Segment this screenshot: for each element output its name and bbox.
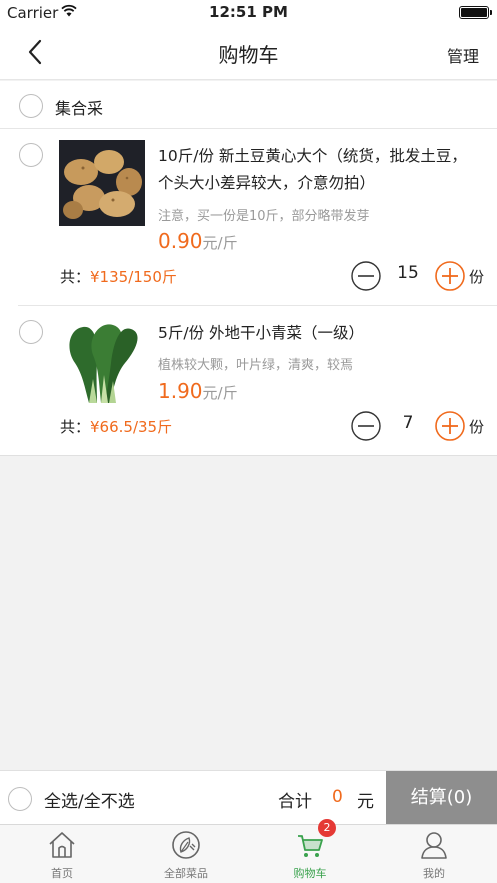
quantity-unit: 份 <box>469 418 485 436</box>
cart-item-list: 10斤/份 新土豆黄心大个（统货，批发土豆，个头大小差异较大，介意勿拍） 注意，… <box>0 129 497 456</box>
quantity-unit: 份 <box>469 268 485 286</box>
tab-label: 购物车 <box>293 867 327 880</box>
greens-product-image <box>59 319 145 405</box>
item-total-value: ¥66.5/35斤 <box>90 418 173 436</box>
tab-mine[interactable]: 我的 <box>372 825 496 883</box>
item-note: 植株较大颗，叶片绿，清爽，较焉 <box>158 358 354 373</box>
tab-cart[interactable]: 购物车 <box>248 825 372 883</box>
item-name: 10斤/份 新土豆黄心大个（统货，批发土豆，个头大小差异较大，介意勿拍） <box>158 147 467 192</box>
increase-quantity-button[interactable] <box>435 261 465 291</box>
item-total-label: 共： <box>60 268 91 286</box>
item-price-unit: 元/斤 <box>202 384 238 402</box>
total-unit: 元 <box>357 792 374 812</box>
status-bar: Carrier 12:51 PM <box>0 0 497 26</box>
select-all-label[interactable]: 全选/全不选 <box>44 787 135 812</box>
tab-all-vegetables[interactable]: 全部菜品 <box>124 825 248 883</box>
user-icon <box>421 832 447 859</box>
plus-circle-icon <box>435 411 465 441</box>
tab-label: 我的 <box>423 867 445 880</box>
settle-button[interactable]: 结算(0) <box>386 771 497 825</box>
decrease-quantity-button[interactable] <box>351 261 381 291</box>
total-amount: 0 <box>332 787 343 807</box>
quantity-value[interactable]: 7 <box>388 413 428 433</box>
total-label: 合计 <box>278 792 312 812</box>
item-total: 共：¥66.5/35斤 <box>60 416 172 437</box>
group-label: 集合采 <box>55 99 104 118</box>
item-name: 5斤/份 外地干小青菜（一级） <box>158 324 365 342</box>
item-note: 注意，买一份是10斤，部分略带发芽 <box>158 209 370 224</box>
item-total-label: 共： <box>60 418 91 436</box>
item-total: 共：¥135/150斤 <box>60 266 177 287</box>
decrease-quantity-button[interactable] <box>351 411 381 441</box>
tab-label: 全部菜品 <box>164 867 208 880</box>
increase-quantity-button[interactable] <box>435 411 465 441</box>
item-select-radio[interactable] <box>19 143 43 167</box>
potato-product-image <box>59 140 145 226</box>
item-price: 0.90元/斤 <box>158 229 238 253</box>
tab-label: 首页 <box>51 867 73 880</box>
vegetables-icon <box>172 831 200 859</box>
status-time: 12:51 PM <box>209 3 288 21</box>
cart-count-badge: 2 <box>318 819 336 837</box>
tab-bar: 首页 全部菜品 购物车 我的 2 <box>0 819 497 883</box>
page-title: 购物车 <box>218 43 279 67</box>
item-price-unit: 元/斤 <box>202 234 238 252</box>
minus-circle-icon <box>351 411 381 441</box>
nav-bar: 购物车 管理 <box>0 26 497 80</box>
tab-home[interactable]: 首页 <box>0 825 124 883</box>
item-total-value: ¥135/150斤 <box>90 268 177 286</box>
item-select-radio[interactable] <box>19 320 43 344</box>
select-all-radio[interactable] <box>8 787 32 811</box>
item-price: 1.90元/斤 <box>158 379 238 403</box>
group-select-radio[interactable] <box>19 94 43 118</box>
item-price-value: 1.90 <box>158 379 203 403</box>
cart-item: 10斤/份 新土豆黄心大个（统货，批发土豆，个头大小差异较大，介意勿拍） 注意，… <box>0 129 497 291</box>
supplier-group-header: 集合采 <box>0 81 497 129</box>
home-icon <box>49 832 75 858</box>
checkout-bar: 全选/全不选 合计 0 元 结算(0) <box>0 770 497 825</box>
item-price-value: 0.90 <box>158 229 203 253</box>
plus-circle-icon <box>435 261 465 291</box>
manage-button[interactable]: 管理 <box>447 43 479 67</box>
quantity-value[interactable]: 15 <box>388 263 428 283</box>
minus-circle-icon <box>351 261 381 291</box>
cart-item: 5斤/份 外地干小青菜（一级） 植株较大颗，叶片绿，清爽，较焉 1.90元/斤 … <box>0 306 497 466</box>
battery-icon <box>459 6 492 19</box>
